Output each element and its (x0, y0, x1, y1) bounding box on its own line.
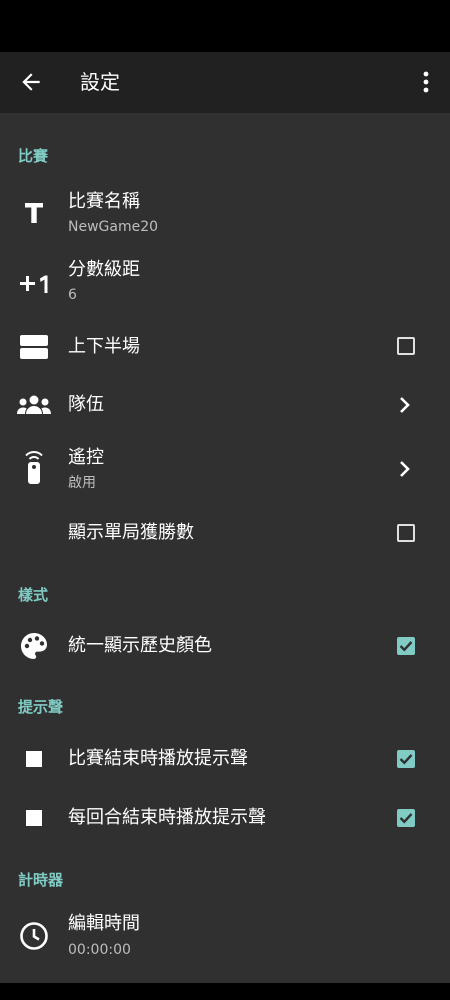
pref-summary: 啟用 (68, 475, 96, 491)
navigation-bar (0, 983, 450, 1000)
text-format-icon (16, 195, 52, 231)
pref-title: 分數級距 (68, 259, 140, 280)
pref-edit-time[interactable]: 編輯時間 00:00:00 (0, 907, 450, 965)
match-end-sound-checkbox[interactable] (397, 750, 415, 768)
pref-teams[interactable]: 隊伍 (0, 381, 450, 429)
remote-icon (16, 450, 52, 486)
halves-checkbox[interactable] (397, 337, 415, 355)
pref-title: 上下半場 (68, 336, 140, 357)
stop-icon (16, 800, 52, 836)
pref-title: 比賽名稱 (68, 191, 140, 212)
arrow-back-icon[interactable] (14, 65, 48, 99)
group-icon (16, 387, 52, 423)
pref-unified-history-color[interactable]: 統一顯示歷史顏色 (0, 622, 450, 670)
section-header-style: 樣式 (18, 586, 49, 604)
pref-halves[interactable]: 上下半場 (0, 323, 450, 371)
unified-history-color-checkbox[interactable] (397, 637, 415, 655)
chevron-right-icon (394, 458, 416, 480)
pref-match-end-sound[interactable]: 比賽結束時播放提示聲 (0, 735, 450, 783)
pref-title: 每回合結束時播放提示聲 (68, 807, 266, 828)
pref-title: 統一顯示歷史顏色 (68, 635, 212, 656)
pref-title: 隊伍 (68, 394, 104, 415)
round-end-sound-checkbox[interactable] (397, 809, 415, 827)
plus-one-icon (16, 265, 52, 301)
palette-icon (16, 628, 52, 664)
pref-summary: 6 (68, 287, 77, 303)
stop-icon (16, 741, 52, 777)
pref-score-step[interactable]: 分數級距 6 (0, 253, 450, 311)
app-bar: 設定 (0, 52, 450, 113)
pref-round-end-sound[interactable]: 每回合結束時播放提示聲 (0, 794, 450, 842)
page-title: 設定 (80, 70, 120, 94)
pref-show-set-wins[interactable]: 顯示單局獲勝數 (0, 509, 450, 557)
pref-title: 顯示單局獲勝數 (68, 522, 194, 543)
pref-game-name[interactable]: 比賽名稱 NewGame20 (0, 185, 450, 243)
pref-summary: NewGame20 (68, 219, 159, 235)
section-header-match: 比賽 (18, 147, 49, 165)
clock-icon (16, 918, 52, 954)
more-vert-icon[interactable] (410, 65, 442, 99)
pref-summary: 00:00:00 (68, 942, 131, 958)
chevron-right-icon (394, 394, 416, 416)
section-header-sound: 提示聲 (18, 698, 64, 716)
pref-title: 編輯時間 (68, 913, 140, 934)
section-header-timer: 計時器 (18, 871, 64, 889)
show-set-wins-checkbox[interactable] (397, 524, 415, 542)
pref-title: 比賽結束時播放提示聲 (68, 748, 248, 769)
pref-title: 遙控 (68, 447, 104, 468)
pref-remote[interactable]: 遙控 啟用 (0, 440, 450, 498)
status-bar (0, 0, 450, 52)
split-view-icon (16, 329, 52, 365)
